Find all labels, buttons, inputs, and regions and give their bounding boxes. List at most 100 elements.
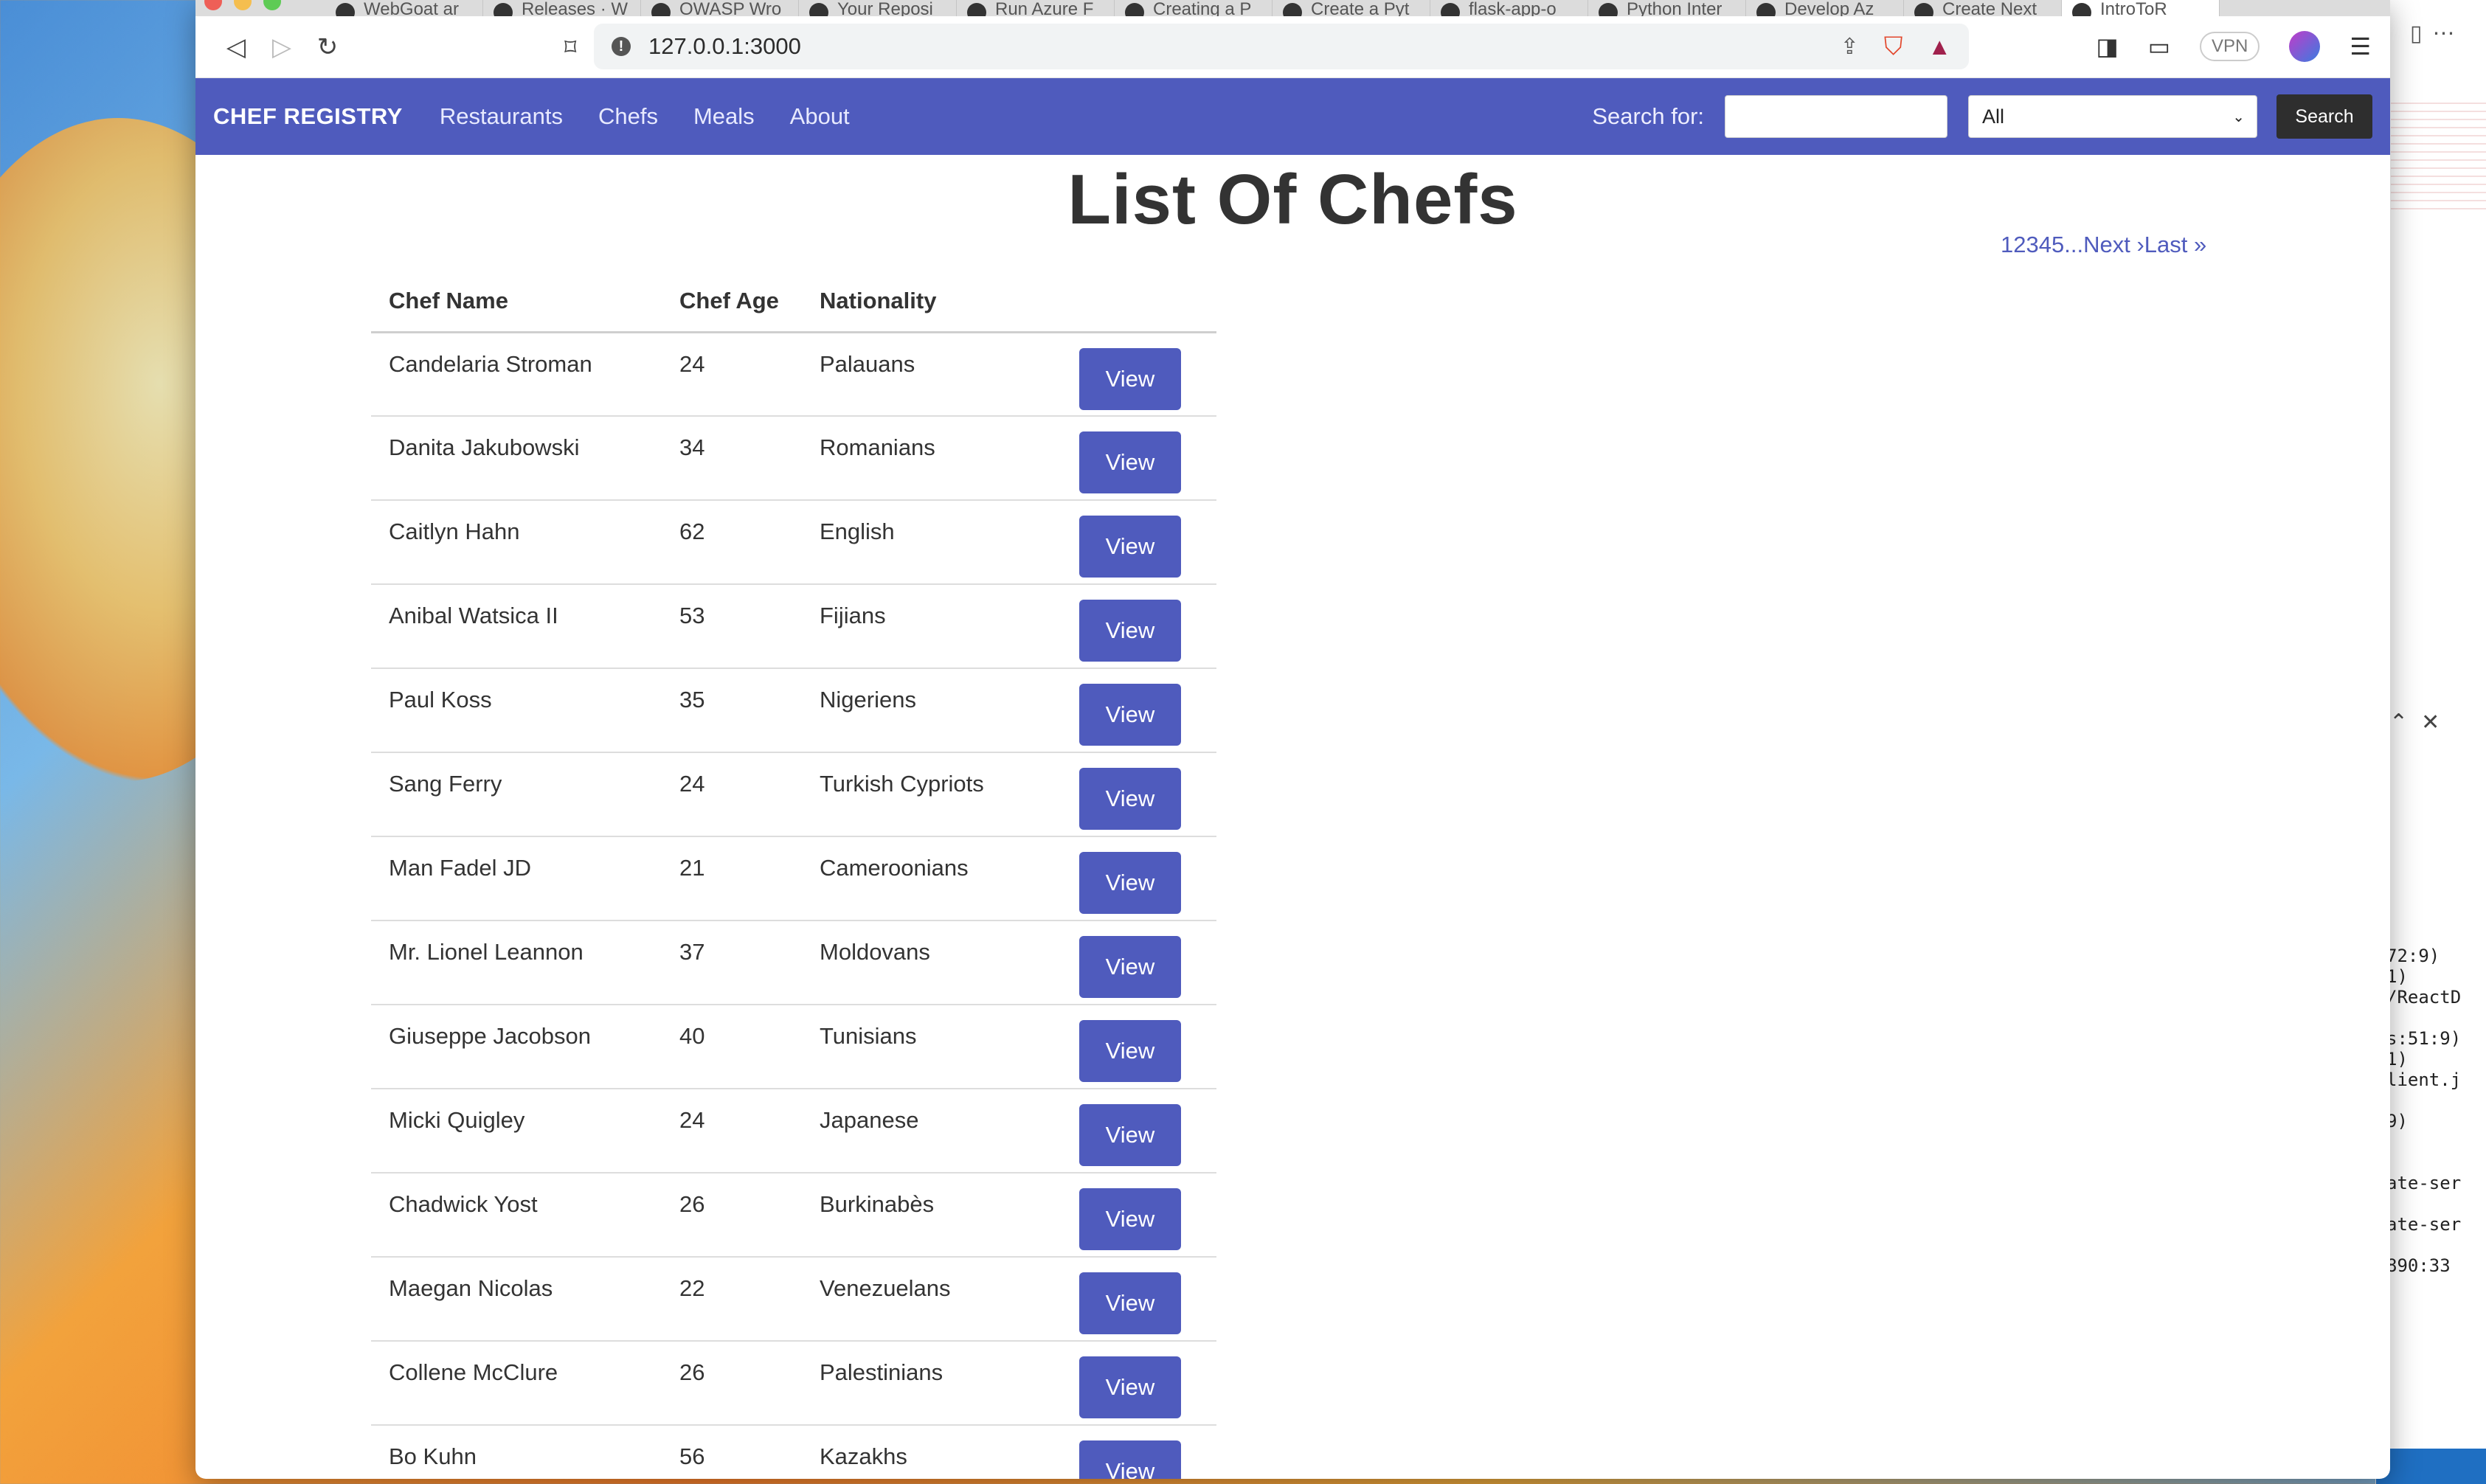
view-chef-button[interactable]: View [1079, 936, 1181, 998]
pagination-ellipsis: ... [2064, 232, 2084, 257]
browser-tab[interactable]: Releases · W [483, 0, 641, 16]
view-chef-button[interactable]: View [1079, 1356, 1181, 1418]
search-input[interactable] [1725, 95, 1947, 138]
share-icon[interactable]: ⇪ [1841, 34, 1859, 60]
nav-link-restaurants[interactable]: Restaurants [440, 103, 563, 130]
action-cell: View [1079, 1257, 1216, 1342]
view-chef-button[interactable]: View [1079, 1440, 1181, 1479]
app-navbar: CHEF REGISTRY Restaurants Chefs Meals Ab… [195, 78, 2390, 155]
view-chef-button[interactable]: View [1079, 1104, 1181, 1166]
chef-age-cell: 24 [662, 752, 802, 837]
back-icon[interactable]: ◁ [213, 32, 259, 62]
chef-name-cell: Giuseppe Jacobson [371, 1005, 662, 1089]
view-chef-button[interactable]: View [1079, 516, 1181, 578]
chef-name-cell: Mr. Lionel Leannon [371, 920, 662, 1005]
action-cell: View [1079, 1089, 1216, 1173]
chef-name-cell: Sang Ferry [371, 752, 662, 837]
page-link-3[interactable]: 3 [2026, 232, 2039, 257]
chef-nationality-cell: Romanians [802, 416, 1079, 501]
nav-link-meals[interactable]: Meals [693, 103, 755, 130]
forward-icon[interactable]: ▷ [259, 32, 305, 62]
vpn-button[interactable]: VPN [2199, 32, 2260, 61]
search-category-select[interactable]: All ⌄ [1968, 95, 2257, 138]
last-page-link[interactable]: Last » [2144, 232, 2206, 257]
tab-list: WebGoat ar Releases · W OWASP Wro Your Repo… [325, 0, 2220, 16]
code-line: 1) [2386, 966, 2408, 987]
browser-tab[interactable]: WebGoat ar [325, 0, 483, 16]
view-chef-button[interactable]: View [1079, 684, 1181, 746]
view-chef-button[interactable]: View [1079, 768, 1181, 830]
address-bar[interactable]: ! 127.0.0.1:3000 ⇪ ⛉ ▲ [594, 24, 1969, 69]
profile-avatar[interactable] [2289, 31, 2321, 62]
chef-age-cell: 21 [662, 836, 802, 921]
browser-tab[interactable]: IntroToR [2062, 0, 2220, 16]
brave-shield-icon[interactable]: ⛉ [1884, 32, 1903, 61]
devtools-panel-controls[interactable]: ⌃✕ [2389, 710, 2453, 735]
page-link-5[interactable]: 5 [2052, 232, 2064, 257]
view-chef-button[interactable]: View [1079, 347, 1181, 410]
chef-nationality-cell: English [802, 500, 1079, 585]
browser-tab[interactable]: Python Inter [1588, 0, 1746, 16]
tab-favicon-icon [494, 3, 513, 16]
table-header-row: Chef Name Chef Age Nationality [371, 271, 1216, 333]
chef-age-cell: 34 [662, 416, 802, 501]
browser-tab[interactable]: Create Next [1904, 0, 2062, 16]
view-chef-button[interactable]: View [1079, 1272, 1181, 1334]
code-line: s:51:9) [2386, 1028, 2462, 1049]
chef-name-cell: Chadwick Yost [371, 1173, 662, 1258]
nav-link-about[interactable]: About [790, 103, 850, 130]
brave-rewards-icon[interactable]: ▲ [1928, 33, 1951, 60]
code-line: ate-ser [2386, 1214, 2462, 1235]
view-chef-button[interactable]: View [1079, 1020, 1181, 1082]
brand-link[interactable]: CHEF REGISTRY [213, 103, 403, 130]
wallet-icon[interactable]: ▭ [2148, 32, 2170, 60]
tab-favicon-icon [1125, 3, 1144, 16]
action-cell: View [1079, 1425, 1216, 1479]
sidebar-toggle-icon[interactable]: ◨ [2096, 32, 2118, 60]
address-text[interactable]: 127.0.0.1:3000 [648, 33, 801, 60]
page-link-1[interactable]: 1 [2001, 232, 2013, 257]
window-controls[interactable] [204, 0, 281, 10]
menu-icon[interactable]: ☰ [2350, 32, 2371, 60]
browser-tab[interactable]: Run Azure F [957, 0, 1115, 16]
tab-favicon-icon [1914, 3, 1933, 16]
chef-name-cell: Micki Quigley [371, 1089, 662, 1173]
browser-tab[interactable]: flask-app-o [1430, 0, 1588, 16]
reload-icon[interactable]: ↻ [305, 32, 350, 62]
browser-tab[interactable]: Creating a P [1115, 0, 1273, 16]
chef-age-cell: 40 [662, 1005, 802, 1089]
table-row: Chadwick Yost 26 Burkinabès View [371, 1173, 1216, 1258]
browser-tab[interactable]: Develop Az [1746, 0, 1904, 16]
page-link-2[interactable]: 2 [2013, 232, 2026, 257]
action-cell: View [1079, 416, 1216, 501]
tab-favicon-icon [336, 3, 355, 16]
nav-link-chefs[interactable]: Chefs [598, 103, 658, 130]
next-page-link[interactable]: Next › [2083, 232, 2144, 257]
devtools-toolbar-icons[interactable]: ▯⋯ [2410, 21, 2465, 46]
code-line: 72:9) [2386, 946, 2440, 966]
bookmark-icon[interactable]: ⌑ [564, 33, 576, 61]
minimize-window-icon[interactable] [234, 0, 252, 10]
table-row: Paul Koss 35 Nigeriens View [371, 668, 1216, 753]
site-info-icon[interactable]: ! [612, 37, 631, 56]
page-link-4[interactable]: 4 [2039, 232, 2052, 257]
chef-name-cell: Collene McClure [371, 1341, 662, 1426]
tab-favicon-icon [809, 3, 828, 16]
search-button[interactable]: Search [2276, 94, 2372, 139]
maximize-window-icon[interactable] [263, 0, 281, 10]
close-window-icon[interactable] [204, 0, 222, 10]
view-chef-button[interactable]: View [1079, 1188, 1181, 1250]
pagination: 12345...Next ›Last » [2001, 232, 2206, 258]
browser-tab[interactable]: Your Reposi [799, 0, 957, 16]
tab-favicon-icon [1599, 3, 1618, 16]
chef-age-cell: 24 [662, 332, 802, 417]
browser-tab[interactable]: OWASP Wro [641, 0, 799, 16]
view-chef-button[interactable]: View [1079, 600, 1181, 662]
table-row: Giuseppe Jacobson 40 Tunisians View [371, 1005, 1216, 1089]
browser-tab[interactable]: Create a Pyt [1273, 0, 1430, 16]
action-cell: View [1079, 332, 1216, 417]
view-chef-button[interactable]: View [1079, 431, 1181, 493]
view-chef-button[interactable]: View [1079, 852, 1181, 914]
